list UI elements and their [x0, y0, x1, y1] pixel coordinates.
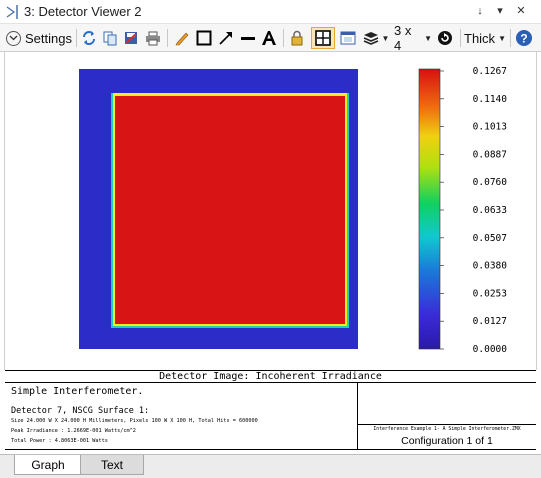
rectangle-icon[interactable] [194, 27, 214, 49]
pin-icon[interactable]: ↓ [473, 4, 487, 18]
toolbar-divider [76, 29, 77, 47]
thickness-dropdown[interactable]: Thick ▼ [464, 27, 506, 49]
save-icon[interactable] [121, 27, 141, 49]
plot-caption: Detector Image: Incoherent Irradiance [5, 370, 536, 383]
configuration-label: Configuration 1 of 1 [401, 435, 493, 447]
refresh-icon[interactable] [79, 27, 99, 49]
tab-graph[interactable]: Graph [14, 455, 82, 475]
print-icon[interactable] [143, 27, 163, 49]
toolbar-divider [283, 29, 284, 47]
legend-tick-label: 0.1140 [473, 94, 508, 105]
plot-area: 0.1267 0.1140 0.1013 0.0887 0.0760 0.0633 0.05… [4, 52, 537, 370]
info-line-power: Total Power : 4.8063E-001 Watts [11, 438, 108, 444]
info-line-peak: Peak Irradiance : 1.2669E-001 Watts/cm^2 [11, 428, 136, 434]
legend-tick-label: 0.0127 [473, 316, 507, 327]
layout-label: 3 x 4 [394, 23, 412, 53]
chevron-down-icon [6, 30, 21, 46]
help-icon[interactable]: ? [514, 27, 534, 49]
info-right-panel: Interference Example 1- A Simple Interfe… [358, 383, 536, 450]
toolbar-divider [167, 29, 168, 47]
file-name: Interference Example 1- A Simple Interfe… [373, 427, 521, 432]
svg-text:?: ? [520, 32, 527, 46]
info-block: Simple Interferometer. Detector 7, NSCG … [5, 383, 536, 450]
chevron-down-icon: ▼ [498, 33, 506, 43]
text-icon[interactable] [259, 27, 279, 49]
info-right-upper [358, 383, 536, 425]
thickness-label: Thick [464, 30, 496, 46]
layers-dropdown[interactable]: ▼ [361, 27, 391, 49]
legend-tick-label: 0.0887 [473, 149, 507, 160]
legend-tick-label: 0.0760 [473, 177, 508, 188]
legend-tick-label: 0.0253 [473, 288, 507, 299]
tab-bar: Graph Text [0, 454, 541, 478]
chevron-down-icon: ▼ [381, 33, 390, 43]
arrow-icon[interactable] [216, 27, 236, 49]
info-subtitle: Detector 7, NSCG Surface 1: [11, 406, 150, 416]
legend-ticks: 0.1267 0.1140 0.1013 0.0887 0.0760 0.0633 0.05… [440, 66, 507, 355]
lock-icon[interactable] [287, 27, 307, 49]
irradiance-field [115, 96, 345, 324]
tab-text[interactable]: Text [80, 455, 144, 475]
close-icon[interactable]: ✕ [514, 4, 528, 18]
pencil-icon[interactable] [172, 27, 192, 49]
detector-plot: 0.1267 0.1140 0.1013 0.0887 0.0760 0.0633 0.05… [79, 66, 507, 355]
window-title: 3: Detector Viewer 2 [24, 4, 142, 19]
circle-arrow-icon[interactable] [435, 27, 455, 49]
toolbar-divider [460, 29, 461, 47]
layout-dropdown[interactable]: 3 x 4 ▼ [394, 23, 432, 53]
line-icon[interactable] [238, 27, 258, 49]
layers-icon [363, 32, 378, 45]
window-menu-icon[interactable]: ▾ [493, 4, 507, 18]
settings-label: Settings [25, 30, 72, 46]
window-icon[interactable] [338, 27, 358, 49]
legend-tick-label: 0.0000 [473, 344, 508, 355]
info-title: Simple Interferometer. [11, 386, 144, 397]
legend-tick-label: 0.1267 [473, 66, 507, 77]
color-bar [418, 68, 441, 350]
toolbar-divider [510, 29, 511, 47]
title-bar: 3: Detector Viewer 2 ↓ ▾ ✕ [0, 0, 541, 24]
legend-tick-label: 0.0380 [473, 261, 508, 272]
legend-tick-label: 0.0633 [473, 205, 507, 216]
legend-tick-label: 0.1013 [473, 122, 507, 133]
settings-button[interactable]: Settings [6, 27, 72, 49]
chevron-down-icon: ▼ [424, 33, 432, 43]
copy-icon[interactable] [100, 27, 120, 49]
toolbar: Settings ▼ 3 x 4 ▼ Thick ▼ ? [0, 23, 541, 53]
info-left-panel: Simple Interferometer. Detector 7, NSCG … [5, 383, 358, 450]
app-icon [6, 5, 18, 19]
legend-tick-label: 0.0507 [473, 233, 507, 244]
crosshair-icon[interactable] [311, 27, 335, 49]
info-line-size: Size 24.000 W X 24.000 H Millimeters, Pi… [11, 418, 258, 424]
